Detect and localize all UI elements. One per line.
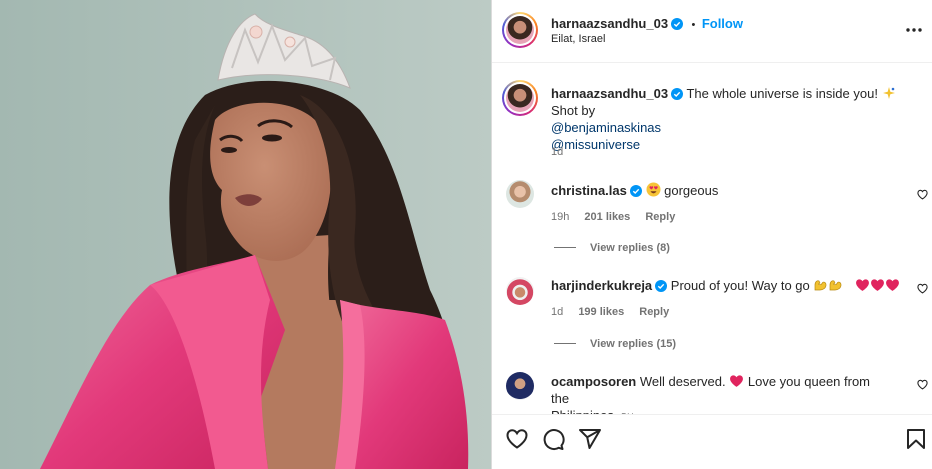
caption-text: The whole universe is inside you! — [686, 86, 878, 101]
comment-username[interactable]: harjinderkukreja — [551, 278, 652, 293]
post-header: harnaazsandhu_03 • Follow — [551, 15, 743, 33]
post-photo[interactable] — [0, 0, 491, 469]
header-divider — [492, 62, 932, 63]
post-image — [0, 0, 491, 469]
comment-text: Proud of you! Way to go — [670, 278, 810, 293]
caption-avatar[interactable] — [506, 84, 534, 112]
follow-button[interactable]: Follow — [702, 16, 743, 31]
view-replies-label[interactable]: View replies (8) — [590, 242, 670, 254]
share-icon[interactable] — [578, 427, 602, 451]
sparkle-emoji-icon — [882, 87, 895, 99]
mention-photographer[interactable]: @benjaminaskinas — [551, 120, 661, 135]
caption-story-ring[interactable] — [502, 80, 538, 116]
comment-avatar[interactable] — [506, 372, 534, 400]
verified-badge-icon — [671, 88, 684, 100]
heart-emoji-icon — [870, 279, 884, 291]
comment-text: gorgeous — [664, 183, 719, 198]
verified-badge-icon — [655, 280, 668, 292]
flex-emoji-icon — [815, 280, 827, 291]
more-options-icon[interactable] — [905, 27, 923, 33]
author-username[interactable]: harnaazsandhu_03 — [551, 16, 668, 31]
like-icon[interactable] — [505, 427, 529, 451]
author-avatar[interactable] — [506, 16, 534, 44]
comment-meta: 19h 201 likes Reply — [551, 211, 687, 223]
like-comment-icon[interactable] — [917, 189, 928, 200]
caption-username[interactable]: harnaazsandhu_03 — [551, 86, 668, 101]
comment-age: 19h — [551, 211, 570, 223]
post-details-panel: harnaazsandhu_03 • Follow Eilat, Israel … — [492, 0, 932, 469]
mention-missuniverse[interactable]: @missuniverse — [551, 137, 640, 152]
view-replies[interactable]: View replies (8) — [554, 242, 670, 254]
action-bar — [492, 414, 932, 469]
like-comment-icon[interactable] — [917, 379, 928, 390]
comment-username[interactable]: ocamposoren — [551, 374, 636, 389]
comment-text: Well deserved. — [639, 374, 726, 389]
verified-badge-icon — [671, 18, 684, 30]
heart-emoji-icon — [730, 375, 744, 387]
view-replies[interactable]: View replies (15) — [554, 338, 676, 350]
heart-emoji-icon — [855, 279, 869, 291]
comment-likes[interactable]: 199 likes — [578, 306, 624, 318]
caption-shot-by: Shot by — [551, 103, 596, 118]
comment-avatar[interactable] — [506, 277, 534, 305]
verified-badge-icon — [629, 185, 642, 197]
comment: christina.las gorgeous — [551, 182, 718, 199]
comment-username[interactable]: christina.las — [551, 183, 627, 198]
like-comment-icon[interactable] — [917, 283, 928, 294]
comment-avatar[interactable] — [506, 180, 534, 208]
reply-button[interactable]: Reply — [645, 211, 675, 223]
comment-age: 1d — [551, 306, 564, 318]
view-replies-label[interactable]: View replies (15) — [590, 338, 676, 350]
flex-emoji-icon — [830, 280, 842, 291]
heart-eyes-emoji-icon — [646, 182, 660, 197]
comment-meta: 1d 199 likes Reply — [551, 306, 681, 318]
location-link[interactable]: Eilat, Israel — [551, 33, 605, 45]
save-icon[interactable] — [904, 427, 928, 451]
follow-separator: • — [691, 19, 696, 31]
heart-emoji-icon — [885, 279, 899, 291]
comment: harjinderkukreja Proud of you! Way to go — [551, 277, 900, 294]
caption-timestamp: 1d — [551, 146, 564, 158]
comment-likes[interactable]: 201 likes — [584, 211, 630, 223]
caption: harnaazsandhu_03 The whole universe is i… — [551, 85, 921, 153]
comment-icon[interactable] — [541, 427, 565, 451]
story-ring[interactable] — [502, 12, 538, 48]
reply-button[interactable]: Reply — [639, 306, 669, 318]
